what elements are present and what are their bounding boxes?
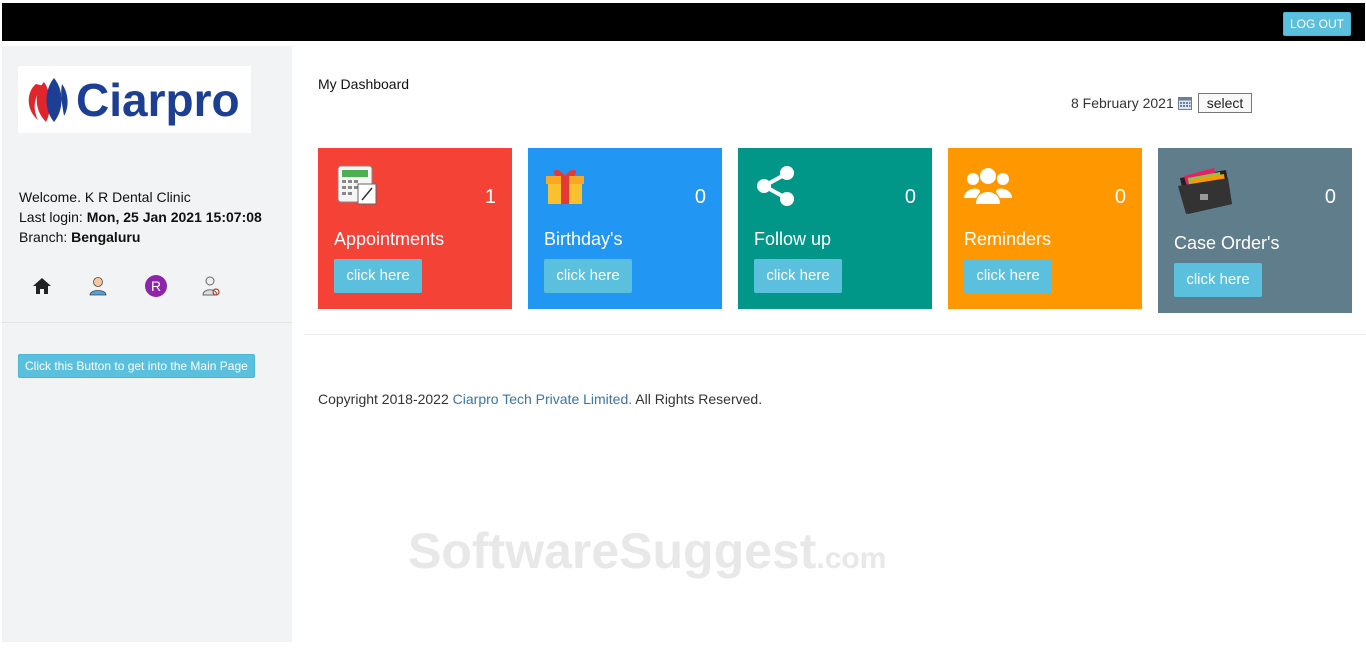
calculator-icon: [337, 165, 377, 205]
user-info: Welcome. K R Dental Clinic Last login: M…: [19, 187, 262, 247]
home-icon[interactable]: [32, 274, 88, 298]
file-folder-icon: [1178, 168, 1232, 214]
copyright: Copyright 2018-2022 Ciarpro Tech Private…: [318, 391, 762, 407]
follow-up-label: Follow up: [754, 229, 832, 249]
birthdays-label: Birthday's: [544, 229, 623, 249]
svg-text:R: R: [151, 278, 161, 294]
company-link[interactable]: Ciarpro Tech Private Limited.: [453, 391, 632, 407]
watermark-text: SoftwareSuggest: [408, 523, 817, 579]
case-orders-count: 0: [1324, 186, 1336, 208]
user-icon[interactable]: [88, 274, 144, 298]
logout-button[interactable]: LOG OUT: [1282, 12, 1351, 36]
registered-icon[interactable]: R: [144, 274, 200, 298]
sidebar-divider: [2, 322, 292, 323]
reminders-card: 0 Reminders click here: [948, 148, 1142, 309]
calendar-icon[interactable]: [1177, 96, 1192, 110]
select-button[interactable]: select: [1197, 93, 1253, 113]
follow-up-count: 0: [904, 186, 916, 208]
case-orders-button[interactable]: click here: [1174, 263, 1262, 297]
watermark: SoftwareSuggest.com: [408, 522, 886, 580]
welcome-line: Welcome. K R Dental Clinic: [19, 187, 262, 207]
last-login-label: Last login:: [19, 209, 83, 225]
group-icon: [964, 168, 1012, 204]
follow-up-card: 0 Follow up click here: [738, 148, 932, 309]
clinic-name: K R Dental Clinic: [84, 189, 191, 205]
share-icon: [757, 166, 794, 206]
appointments-label: Appointments: [334, 229, 445, 249]
date-picker: 8 February 2021 select: [1071, 93, 1253, 113]
appointments-button[interactable]: click here: [334, 259, 422, 293]
date-value: 8 February 2021: [1071, 95, 1174, 111]
sidebar-nav-icons: R: [32, 274, 256, 298]
reminders-label: Reminders: [964, 229, 1052, 249]
branch-label: Branch:: [19, 229, 68, 245]
appointments-card: 1 Appointments click here: [318, 148, 512, 309]
gift-icon: [546, 169, 584, 204]
branch-line: Branch: Bengaluru: [19, 227, 262, 247]
birthdays-count: 0: [694, 186, 706, 208]
welcome-label: Welcome.: [19, 189, 81, 205]
logo-emblem-icon: [28, 78, 68, 122]
main-page-button[interactable]: Click this Button to get into the Main P…: [18, 354, 255, 378]
doctor-icon[interactable]: [200, 274, 256, 298]
top-bar: LOG OUT: [2, 3, 1365, 41]
branch-value: Bengaluru: [71, 229, 141, 245]
logo: Ciarpro: [18, 66, 251, 133]
last-login-line: Last login: Mon, 25 Jan 2021 15:07:08: [19, 207, 262, 227]
birthdays-card: 0 Birthday's click here: [528, 148, 722, 309]
reminders-button[interactable]: click here: [964, 259, 1052, 293]
case-orders-card: 0 Case Order's click here: [1158, 148, 1352, 313]
logo-text: Ciarpro: [76, 74, 240, 126]
last-login-value: Mon, 25 Jan 2021 15:07:08: [86, 209, 262, 225]
appointments-count: 1: [484, 186, 496, 208]
birthdays-button[interactable]: click here: [544, 259, 632, 293]
sidebar: Ciarpro Welcome. K R Dental Clinic Last …: [2, 46, 292, 642]
reminders-count: 0: [1114, 186, 1126, 208]
follow-up-button[interactable]: click here: [754, 259, 842, 293]
copyright-prefix: Copyright 2018-2022: [318, 391, 449, 407]
copyright-suffix: All Rights Reserved.: [635, 391, 763, 407]
watermark-suffix: .com: [816, 542, 887, 575]
case-orders-label: Case Order's: [1174, 233, 1280, 253]
page-title: My Dashboard: [318, 76, 410, 92]
